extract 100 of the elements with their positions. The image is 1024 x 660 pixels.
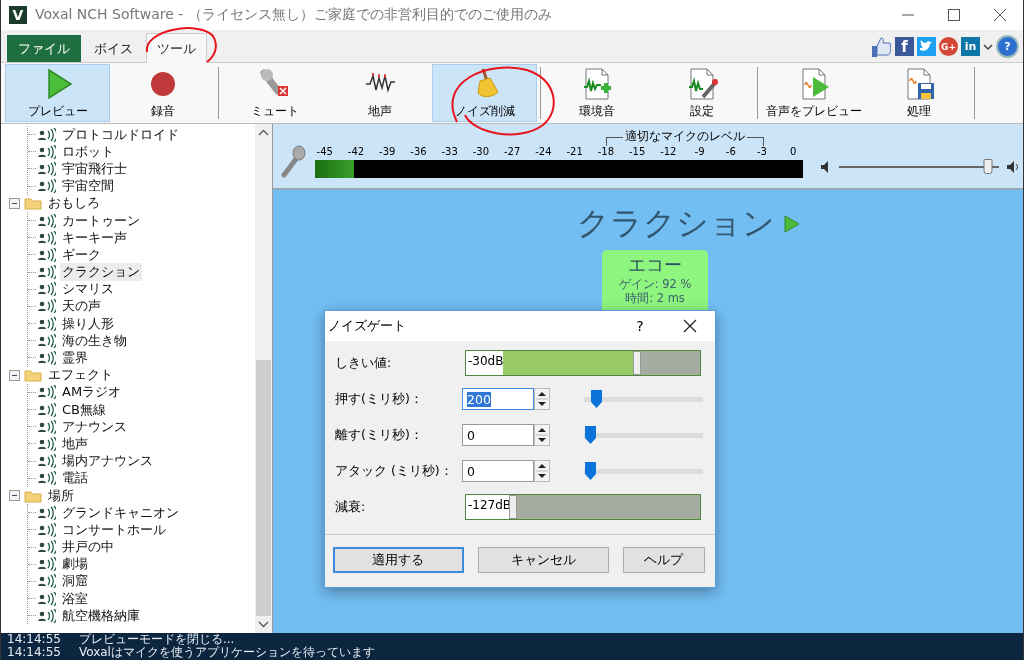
- help-icon[interactable]: ?: [996, 35, 1019, 58]
- voice-item[interactable]: 洞窟: [60, 572, 90, 591]
- spinner-arrows-icon[interactable]: [534, 460, 550, 482]
- tick-label: -6: [725, 146, 736, 157]
- toolbar-button[interactable]: ミュート: [222, 64, 327, 122]
- toolbar-button[interactable]: ノイズ削減: [432, 64, 537, 122]
- voice-item[interactable]: 劇場: [60, 555, 90, 574]
- tick-label: -42: [347, 146, 365, 157]
- voice-icon: [38, 557, 56, 572]
- slider-thumb[interactable]: [583, 424, 597, 445]
- voice-item[interactable]: コンサートホール: [60, 520, 168, 539]
- voice-item[interactable]: 場内アナウンス: [60, 452, 155, 471]
- voice-item[interactable]: 航空機格納庫: [60, 606, 142, 625]
- dropdown-caret-icon[interactable]: [983, 41, 993, 52]
- close-icon[interactable]: [994, 9, 1006, 21]
- meter-range-label: 適切なマイクのレベル: [622, 129, 747, 144]
- folder-item[interactable]: エフェクト: [46, 366, 115, 385]
- google-icon[interactable]: G+: [939, 37, 958, 56]
- voice-item[interactable]: CB無線: [60, 400, 108, 419]
- voice-icon: [38, 179, 56, 194]
- toolbar-button[interactable]: プレビュー: [5, 64, 110, 122]
- voice-item[interactable]: 操り人形: [60, 314, 116, 333]
- slider-thumb[interactable]: [590, 388, 604, 409]
- voice-item[interactable]: ロボット: [60, 142, 116, 161]
- voice-item[interactable]: 宇宙空間: [60, 177, 116, 196]
- level-slider[interactable]: -30dB: [465, 350, 701, 376]
- voice-title: クラクション: [577, 203, 775, 244]
- facebook-icon[interactable]: f: [895, 37, 914, 56]
- tick-label: -9: [694, 146, 705, 157]
- voice-item[interactable]: クラクション: [60, 263, 142, 282]
- collapse-icon[interactable]: [9, 369, 20, 381]
- tick-label: -45: [316, 146, 333, 157]
- scrollbar-thumb[interactable]: [256, 359, 271, 616]
- slider-handle[interactable]: [508, 495, 517, 519]
- microphone-icon: [281, 144, 307, 178]
- field-label: しきい値:: [335, 354, 393, 372]
- toolbar-button[interactable]: 処理: [866, 64, 971, 122]
- folder-item[interactable]: おもしろ: [46, 194, 102, 213]
- tab[interactable]: ツール: [146, 33, 207, 63]
- number-field[interactable]: 200: [462, 388, 534, 410]
- voice-item[interactable]: シマリス: [60, 280, 116, 299]
- toolbar-button[interactable]: 録音: [110, 64, 215, 122]
- voice-icon: [38, 522, 56, 537]
- voice-item[interactable]: 宇宙飛行士: [60, 159, 129, 178]
- voice-item[interactable]: アナウンス: [60, 417, 129, 436]
- dialog-button[interactable]: 適用する: [333, 547, 464, 573]
- voice-item[interactable]: キーキー声: [60, 228, 129, 247]
- twitter-icon[interactable]: [917, 37, 936, 56]
- number-field[interactable]: 0: [462, 460, 534, 482]
- toolbar-button[interactable]: 環境音: [544, 64, 649, 122]
- field-label: アタック (ミリ秒)：: [335, 462, 454, 480]
- dialog-button[interactable]: キャンセル: [477, 547, 609, 573]
- voice-icon: [38, 419, 56, 434]
- log-time: 14:14:55: [7, 633, 61, 646]
- voice-icon: [38, 351, 56, 366]
- dialog-button[interactable]: ヘルプ: [622, 547, 705, 573]
- spinner-arrows-icon[interactable]: [534, 388, 550, 410]
- volume-slider-thumb[interactable]: [983, 159, 993, 174]
- voice-item[interactable]: 天の声: [60, 297, 103, 316]
- voice-item[interactable]: ギーク: [60, 245, 103, 264]
- folder-item[interactable]: 場所: [46, 486, 76, 505]
- voice-item[interactable]: 海の生き物: [60, 331, 129, 350]
- help-button[interactable]: ?: [615, 318, 665, 334]
- voice-icon: [38, 265, 56, 280]
- toolbar-button[interactable]: 地声: [327, 64, 432, 122]
- toolbar-button[interactable]: 音声をプレビュー: [761, 64, 866, 122]
- linkedin-icon[interactable]: in: [961, 37, 980, 56]
- voice-item[interactable]: 地声: [60, 434, 90, 453]
- speaker-icon: [821, 160, 831, 173]
- app-logo: V: [9, 6, 27, 24]
- voice-item[interactable]: 浴室: [60, 589, 90, 608]
- tick-label: -21: [566, 146, 583, 157]
- voice-icon: [38, 608, 56, 623]
- collapse-icon[interactable]: [9, 490, 20, 502]
- voice-icon: [38, 505, 56, 520]
- voice-item[interactable]: カートゥーン: [60, 211, 142, 230]
- voice-item[interactable]: プロトコルドロイド: [60, 125, 181, 144]
- tick-label: 0: [790, 146, 797, 157]
- voice-icon: [38, 591, 56, 606]
- toolbar-button[interactable]: 設定: [649, 64, 754, 122]
- tick-label: -30: [472, 146, 490, 157]
- number-field[interactable]: 0: [462, 424, 534, 446]
- slider-handle[interactable]: [632, 351, 641, 375]
- file-menu-tab[interactable]: ファイル: [7, 35, 81, 62]
- collapse-icon[interactable]: [9, 197, 20, 209]
- voice-item[interactable]: 霊界: [60, 349, 90, 368]
- spinner-arrows-icon[interactable]: [534, 424, 550, 446]
- maximize-icon[interactable]: [948, 9, 960, 21]
- tick-label: -12: [660, 146, 677, 157]
- slider-thumb[interactable]: [583, 460, 597, 481]
- voice-icon: [38, 385, 56, 400]
- voice-item[interactable]: AMラジオ: [60, 383, 124, 402]
- voice-item[interactable]: 電話: [60, 469, 90, 488]
- thumbs-up-icon[interactable]: [870, 35, 892, 58]
- voice-icon: [38, 127, 56, 142]
- folder-icon: [24, 196, 42, 211]
- level-slider[interactable]: -127dB: [465, 494, 701, 520]
- tab[interactable]: ボイス: [83, 35, 144, 62]
- voice-item[interactable]: グランドキャニオン: [60, 503, 181, 522]
- voice-item[interactable]: 井戸の中: [60, 538, 116, 557]
